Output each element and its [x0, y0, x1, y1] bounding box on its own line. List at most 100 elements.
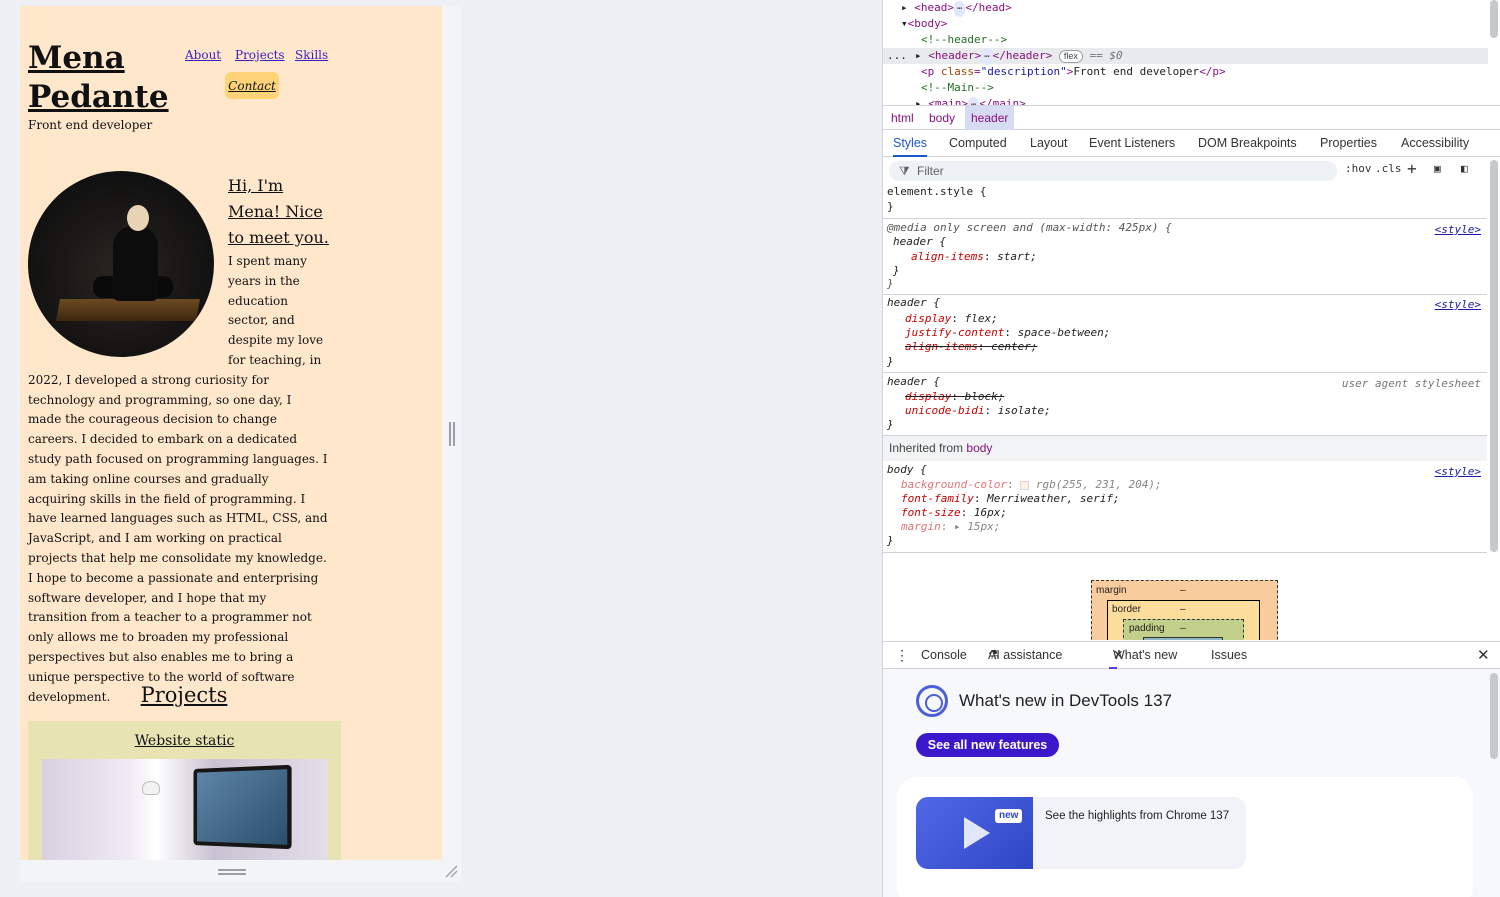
selector-body[interactable]: body { — [887, 463, 927, 477]
tab-accessibility[interactable]: Accessibility — [1401, 130, 1469, 157]
tab-event-listeners[interactable]: Event Listeners — [1089, 130, 1175, 157]
decl-margin[interactable]: margin: ▸ 15px; — [901, 520, 1000, 534]
source-link[interactable]: <style> — [1435, 465, 1481, 478]
project-title[interactable]: Website static — [28, 733, 341, 749]
box-model-content[interactable] — [1143, 637, 1223, 640]
site-description: Front end developer — [28, 118, 153, 132]
rule-header: header { <style> display: flex; justify-… — [883, 295, 1487, 373]
expand-arrow-icon[interactable]: ▸ — [915, 97, 922, 105]
filter-placeholder: Filter — [917, 164, 944, 178]
selector-header[interactable]: header { — [893, 235, 946, 249]
decl-display-block[interactable]: display: block; — [905, 390, 1004, 404]
collapsed-dots[interactable]: ⋯ — [981, 49, 993, 65]
sidebar-tabs: Styles Computed Layout Event Listeners D… — [883, 130, 1500, 157]
decl-align-items-overridden[interactable]: align-items: center; — [905, 340, 1037, 354]
intro-heading: Hi, I'm Mena! Nice to meet you. — [228, 176, 329, 247]
collapsed-dots[interactable]: ⋯ — [968, 97, 980, 105]
tag-p-close: </p> — [1199, 65, 1226, 78]
decl-justify-content[interactable]: justify-content: space-between; — [905, 326, 1110, 340]
drawer-tabs: ⋮ Console AI assistance ⚗ What's new ✕ I… — [883, 641, 1500, 669]
brace: } — [887, 200, 894, 213]
color-swatch[interactable] — [1020, 480, 1030, 490]
box-padding-value: – — [1180, 623, 1186, 634]
paint-icon[interactable]: ▣ — [1434, 162, 1441, 175]
inherited-tag[interactable]: body — [966, 441, 992, 455]
dom-comment-header[interactable]: <!--header--> — [921, 32, 1007, 48]
styles-filter-input[interactable]: ⧩ Filter — [889, 161, 1337, 181]
see-all-features-button[interactable]: See all new features — [916, 733, 1059, 757]
play-icon[interactable] — [964, 817, 990, 849]
styles-scrollbar[interactable] — [1490, 160, 1498, 552]
tab-properties[interactable]: Properties — [1320, 130, 1377, 157]
box-padding-label: padding — [1129, 623, 1165, 634]
video-thumbnail[interactable]: new — [916, 797, 1033, 869]
new-rule-button[interactable]: + — [1407, 159, 1417, 178]
resize-corner-icon[interactable] — [444, 864, 458, 878]
contact-button[interactable]: Contact — [225, 72, 279, 99]
breadcrumb-body[interactable]: body — [923, 106, 961, 130]
tab-whats-new[interactable]: What's new ✕ — [1109, 642, 1177, 669]
breadcrumb-header[interactable]: header — [965, 106, 1015, 130]
tab-styles[interactable]: Styles — [893, 130, 928, 157]
tab-computed[interactable]: Computed — [949, 130, 1007, 157]
expand-arrow-icon[interactable]: ▸ — [901, 1, 908, 14]
more-options-icon[interactable]: ... — [887, 48, 907, 64]
decl-font-size[interactable]: font-size: 16px; — [901, 506, 1007, 520]
dom-node-body[interactable]: ▾<body> — [901, 16, 947, 32]
about-paragraph: I spent many years in the education sect… — [28, 252, 328, 707]
nav-link-projects[interactable]: Projects — [235, 48, 285, 62]
project-card[interactable]: Website static — [28, 721, 341, 860]
source-link[interactable]: <style> — [1435, 298, 1481, 311]
inherited-header: Inherited from body — [883, 436, 1487, 461]
selector-element-style[interactable]: element.style { — [887, 185, 986, 199]
close-drawer-icon[interactable]: ✕ — [1477, 642, 1490, 669]
close-tab-icon[interactable]: ✕ — [1113, 642, 1123, 669]
resize-handle-bottom[interactable] — [218, 869, 246, 875]
tab-dom-breakpoints[interactable]: DOM Breakpoints — [1198, 130, 1297, 157]
new-badge: new — [995, 809, 1023, 823]
dom-scrollbar[interactable] — [1490, 0, 1498, 38]
box-margin-label: margin — [1096, 585, 1127, 596]
breadcrumb-html[interactable]: html — [885, 106, 920, 130]
drawer-menu-icon[interactable]: ⋮ — [895, 642, 909, 669]
selector-header[interactable]: header { — [887, 375, 940, 389]
box-margin-value: – — [1180, 585, 1186, 596]
tab-layout[interactable]: Layout — [1030, 130, 1068, 157]
cls-button[interactable]: .cls — [1375, 162, 1402, 175]
highlight-video-item[interactable]: new See the highlights from Chrome 137 — [916, 797, 1246, 869]
decl-display-flex[interactable]: display: flex; — [905, 312, 998, 326]
expand-arrow-icon[interactable]: ▸ — [915, 49, 922, 62]
collapsed-dots[interactable]: ⋯ — [954, 1, 966, 17]
decl-background-color[interactable]: background-color: rgb(255, 231, 204); — [901, 478, 1162, 492]
highlight-text[interactable]: See the highlights from Chrome 137 — [1045, 810, 1229, 822]
flex-badge[interactable]: flex — [1058, 50, 1083, 63]
breadcrumb: html body header — [883, 105, 1500, 130]
nav-link-skills[interactable]: Skills — [295, 48, 328, 62]
toggle-sidebar-icon[interactable]: ◧ — [1461, 162, 1468, 175]
inherited-label: Inherited from — [889, 441, 964, 455]
photo-spacer — [28, 252, 228, 368]
nav-link-about[interactable]: About — [185, 48, 221, 62]
resize-handle-right[interactable] — [449, 422, 455, 446]
dom-node-header-selected[interactable]: ... ▸ <header> ⋯ </header> flex == $0 — [883, 48, 1488, 65]
drawer-scrollbar[interactable] — [1490, 673, 1498, 759]
dom-node-main[interactable]: ▸ <main> ⋯ </main> — [915, 96, 1026, 105]
decl-align-items-start[interactable]: align-items: start; — [911, 250, 1037, 264]
brace: } — [887, 418, 894, 431]
source-link[interactable]: <style> — [1435, 223, 1481, 236]
expand-arrow-icon[interactable]: ▸ — [954, 520, 961, 533]
dom-node-head[interactable]: ▸ <head> ⋯ </head> — [901, 0, 1012, 17]
dom-node-p[interactable]: <p class="description">Front end develop… — [921, 64, 1226, 80]
devtools-panel: ▸ <head> ⋯ </head> ▾<body> <!--header--> .… — [882, 0, 1500, 897]
hov-button[interactable]: :hov — [1345, 162, 1372, 175]
box-model-diagram: margin – border – padding – — [1091, 580, 1278, 640]
decl-font-family[interactable]: font-family: Merriweather, serif; — [901, 492, 1120, 506]
tab-console[interactable]: Console — [921, 642, 967, 669]
selector-header[interactable]: header { — [887, 296, 940, 310]
attr-class: class — [940, 65, 974, 78]
collapse-arrow-icon[interactable]: ▾ — [901, 17, 908, 30]
tab-issues[interactable]: Issues — [1211, 642, 1247, 669]
dom-comment-main[interactable]: <!--Main--> — [921, 80, 994, 96]
decl-unicode-bidi[interactable]: unicode-bidi: isolate; — [905, 404, 1051, 418]
project-image — [42, 759, 328, 860]
